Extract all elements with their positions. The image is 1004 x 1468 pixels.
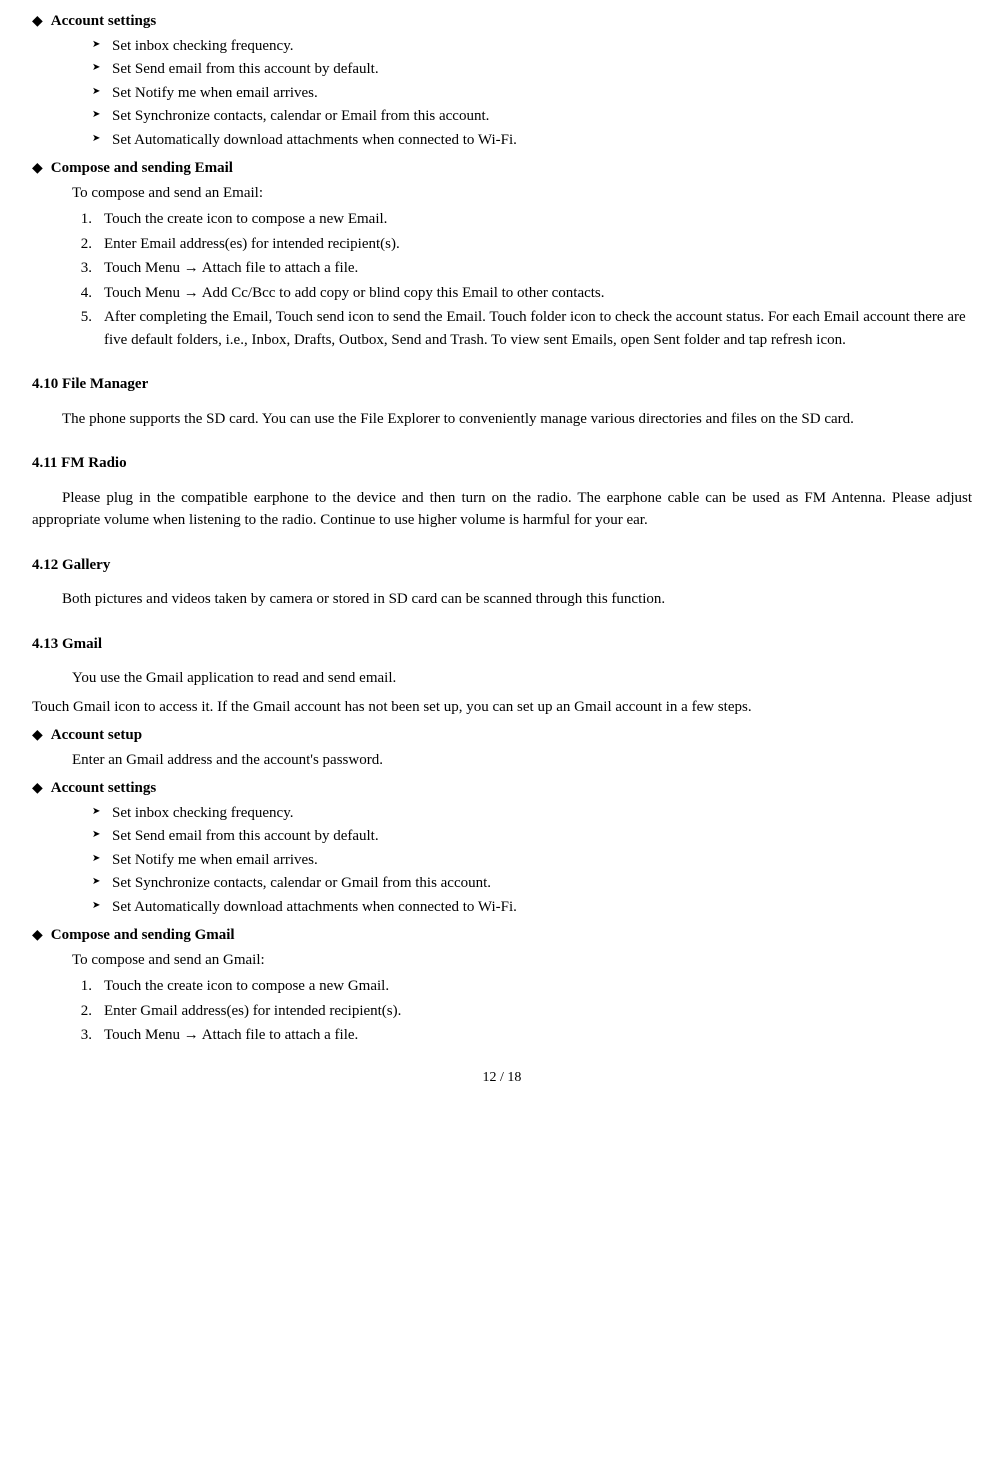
list-item: 3.Touch Menu → Attach file to attach a f… — [72, 257, 972, 280]
diamond-icon-4: ◆ — [32, 778, 43, 799]
list-item: Set Automatically download attachments w… — [92, 896, 972, 919]
list-item: Set Send email from this account by defa… — [92, 825, 972, 848]
account-setup-section: ◆ Account setup Enter an Gmail address a… — [32, 724, 972, 771]
list-item: 2.Enter Email address(es) for intended r… — [72, 233, 972, 256]
compose-gmail-header: ◆ Compose and sending Gmail — [32, 924, 972, 947]
page-content: ◆ Account settings Set inbox checking fr… — [32, 10, 972, 1088]
compose-email-header: ◆ Compose and sending Email — [32, 157, 972, 180]
list-item: Set Notify me when email arrives. — [92, 82, 972, 105]
account-settings-title-2: Account settings — [51, 777, 156, 800]
list-item: Set Send email from this account by defa… — [92, 58, 972, 81]
list-item: Set Synchronize contacts, calendar or Em… — [92, 105, 972, 128]
section-411-paragraph: Please plug in the compatible earphone t… — [32, 487, 972, 532]
list-item: Set inbox checking frequency. — [92, 35, 972, 58]
list-item: 2.Enter Gmail address(es) for intended r… — [72, 1000, 972, 1023]
list-item: Set inbox checking frequency. — [92, 802, 972, 825]
section-413: 4.13 Gmail You use the Gmail application… — [32, 621, 972, 719]
list-item: 5.After completing the Email, Touch send… — [72, 306, 972, 351]
account-settings-list-2: Set inbox checking frequency. Set Send e… — [92, 802, 972, 919]
account-settings-section-2: ◆ Account settings Set inbox checking fr… — [32, 777, 972, 918]
list-item: Set Automatically download attachments w… — [92, 129, 972, 152]
section-413-para1: You use the Gmail application to read an… — [72, 667, 972, 690]
compose-gmail-section: ◆ Compose and sending Gmail To compose a… — [32, 924, 972, 1047]
diamond-icon-1: ◆ — [32, 11, 43, 32]
account-setup-text: Enter an Gmail address and the account's… — [72, 749, 972, 772]
diamond-icon-5: ◆ — [32, 925, 43, 946]
account-settings-list-1: Set inbox checking frequency. Set Send e… — [92, 35, 972, 152]
section-412-paragraph: Both pictures and videos taken by camera… — [32, 588, 972, 611]
compose-email-intro: To compose and send an Email: — [72, 182, 972, 205]
list-item: 4.Touch Menu → Add Cc/Bcc to add copy or… — [72, 282, 972, 305]
diamond-icon-3: ◆ — [32, 725, 43, 746]
list-item: Set Notify me when email arrives. — [92, 849, 972, 872]
compose-gmail-steps: 1.Touch the create icon to compose a new… — [72, 975, 972, 1047]
section-413-para2: Touch Gmail icon to access it. If the Gm… — [32, 696, 972, 719]
section-411: 4.11 FM Radio Please plug in the compati… — [32, 440, 972, 532]
section-410-paragraph: The phone supports the SD card. You can … — [32, 408, 972, 431]
list-item: 1.Touch the create icon to compose a new… — [72, 208, 972, 231]
list-item: Set Synchronize contacts, calendar or Gm… — [92, 872, 972, 895]
section-410-heading: 4.10 File Manager — [32, 361, 972, 402]
section-412-heading: 4.12 Gallery — [32, 542, 972, 583]
account-settings-header-2: ◆ Account settings — [32, 777, 972, 800]
account-setup-title: Account setup — [51, 724, 142, 747]
section-411-heading: 4.11 FM Radio — [32, 440, 972, 481]
list-item: 3.Touch Menu → Attach file to attach a f… — [72, 1024, 972, 1047]
account-settings-section-1: ◆ Account settings Set inbox checking fr… — [32, 10, 972, 151]
compose-email-steps: 1.Touch the create icon to compose a new… — [72, 208, 972, 351]
account-setup-header: ◆ Account setup — [32, 724, 972, 747]
section-412: 4.12 Gallery Both pictures and videos ta… — [32, 542, 972, 611]
compose-gmail-title: Compose and sending Gmail — [51, 924, 235, 947]
diamond-icon-2: ◆ — [32, 158, 43, 179]
section-413-heading: 4.13 Gmail — [32, 621, 972, 662]
section-410: 4.10 File Manager The phone supports the… — [32, 361, 972, 430]
page-number: 12 / 18 — [32, 1067, 972, 1088]
account-settings-header-1: ◆ Account settings — [32, 10, 972, 33]
compose-email-title: Compose and sending Email — [51, 157, 233, 180]
account-settings-title-1: Account settings — [51, 10, 156, 33]
compose-gmail-intro: To compose and send an Gmail: — [72, 949, 972, 972]
compose-email-section: ◆ Compose and sending Email To compose a… — [32, 157, 972, 351]
list-item: 1.Touch the create icon to compose a new… — [72, 975, 972, 998]
